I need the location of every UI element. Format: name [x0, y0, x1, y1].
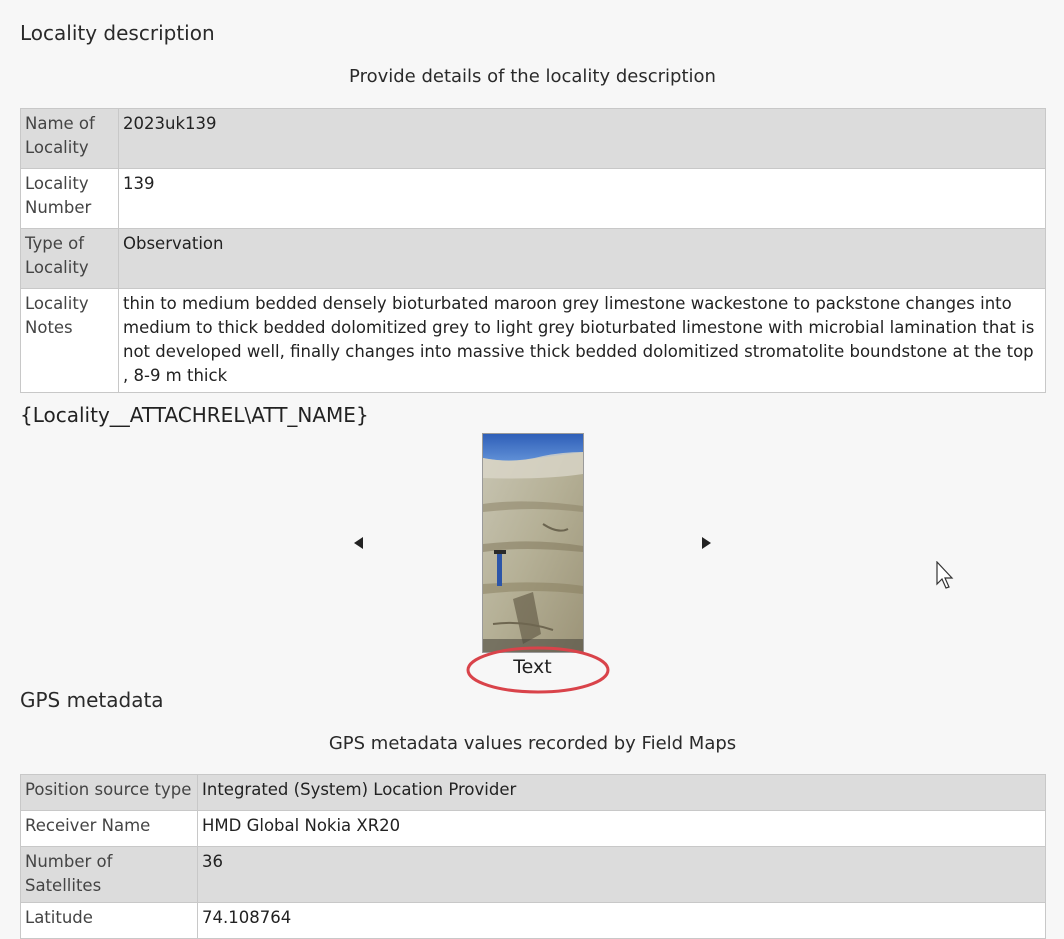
attachment-image[interactable] [482, 433, 584, 653]
locality-notes-value: thin to medium bedded densely bioturbate… [118, 288, 1046, 393]
table-row: Position source type Integrated (System)… [20, 774, 1046, 811]
table-row: Number of Satellites 36 [20, 846, 1046, 903]
locality-name-value: 2023uk139 [118, 108, 1046, 169]
locality-name-label: Name of Locality [20, 108, 119, 169]
table-row: Name of Locality 2023uk139 [20, 108, 1046, 169]
locality-section-subtitle: Provide details of the locality descript… [349, 66, 716, 87]
attachment-name-placeholder: {Locality__ATTACHREL\ATT_NAME} [20, 403, 369, 427]
table-row: Locality Number 139 [20, 168, 1046, 229]
locality-number-label: Locality Number [20, 168, 119, 229]
satellites-value: 36 [197, 846, 1046, 903]
gps-table: Position source type Integrated (System)… [20, 774, 1046, 939]
mouse-cursor-icon [936, 560, 956, 595]
locality-type-value: Observation [118, 228, 1046, 289]
satellites-label: Number of Satellites [20, 846, 198, 903]
right-arrow-icon[interactable] [702, 537, 711, 549]
gps-section-subtitle: GPS metadata values recorded by Field Ma… [328, 733, 737, 754]
locality-table: Name of Locality 2023uk139 Locality Numb… [20, 108, 1046, 393]
latitude-label: Latitude [20, 902, 198, 939]
receiver-name-value: HMD Global Nokia XR20 [197, 810, 1046, 847]
table-row: Latitude 74.108764 [20, 902, 1046, 939]
table-row: Receiver Name HMD Global Nokia XR20 [20, 810, 1046, 847]
locality-notes-label: Locality Notes [20, 288, 119, 393]
highlight-ellipse [466, 646, 610, 694]
latitude-value: 74.108764 [197, 902, 1046, 939]
table-row: Locality Notes thin to medium bedded den… [20, 288, 1046, 393]
locality-section-title: Locality description [20, 21, 215, 45]
locality-type-label: Type of Locality [20, 228, 119, 289]
position-source-value: Integrated (System) Location Provider [197, 774, 1046, 811]
receiver-name-label: Receiver Name [20, 810, 198, 847]
locality-number-value: 139 [118, 168, 1046, 229]
table-row: Type of Locality Observation [20, 228, 1046, 289]
left-arrow-icon[interactable] [354, 537, 363, 549]
position-source-label: Position source type [20, 774, 198, 811]
gps-section-title: GPS metadata [20, 688, 164, 712]
